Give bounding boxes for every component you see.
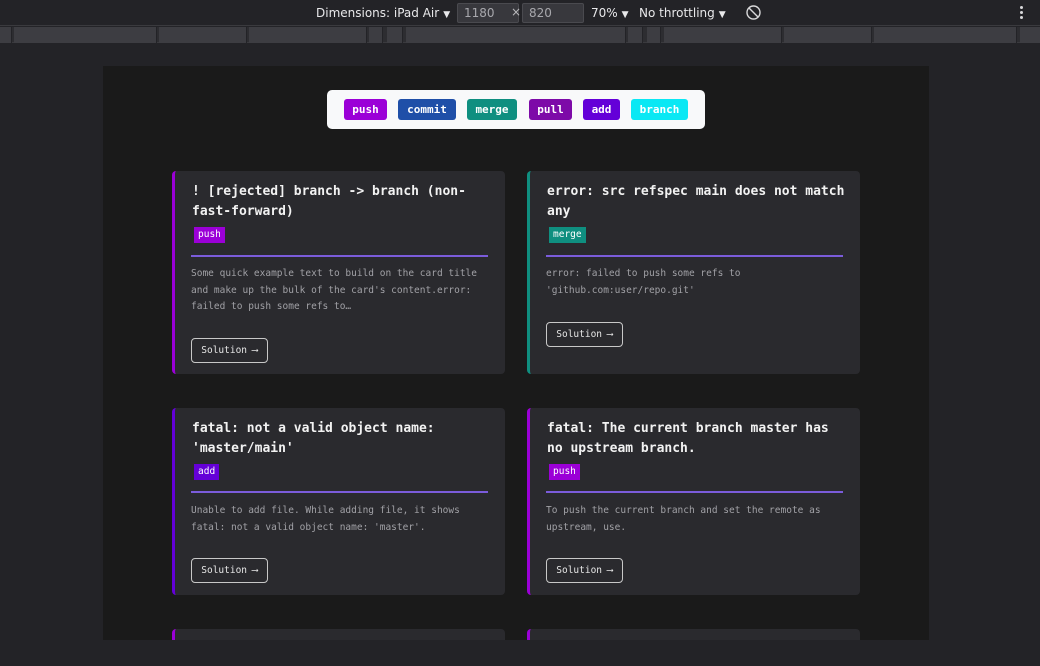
devtools-toolbar: Dimensions: iPad Air ▼ 1180 × 820 70% ▼ No… <box>0 0 1040 26</box>
ruler-segment[interactable] <box>0 27 12 43</box>
card-tag-badge: push <box>194 227 225 243</box>
card-title: ! [rejected] branch -> branch (non-fast-… <box>192 184 466 219</box>
error-card: fatal: not a valid object name: 'master/… <box>172 408 505 595</box>
card-title: fatal: not a valid object name: 'master/… <box>192 421 435 456</box>
filter-tag-commit[interactable]: commit <box>398 99 456 120</box>
error-card-partial <box>172 629 505 640</box>
ruler-segment[interactable] <box>14 27 157 43</box>
card-divider <box>546 255 843 257</box>
arrow-right-icon: ⟶ <box>607 565 613 576</box>
arrow-right-icon: ⟶ <box>252 345 258 356</box>
card-divider <box>191 491 488 493</box>
media-query-ruler <box>0 27 1040 43</box>
card-divider <box>546 491 843 493</box>
card-description: To push the current branch and set the r… <box>546 505 821 533</box>
height-input[interactable]: 820 <box>522 3 584 23</box>
error-card-partial <box>527 629 860 640</box>
chevron-down-icon: ▼ <box>718 10 726 20</box>
filter-tag-branch[interactable]: branch <box>631 99 688 120</box>
filter-tag-push[interactable]: push <box>344 99 387 120</box>
card-title: error: src refspec main does not match a… <box>547 184 845 219</box>
card-tag-badge: merge <box>549 227 586 243</box>
card-description: error: failed to push some refs to 'gith… <box>546 268 741 296</box>
ruler-segment[interactable] <box>369 27 383 43</box>
solution-button[interactable]: Solution ⟶ <box>546 558 623 583</box>
card-title: fatal: The current branch master has no … <box>547 421 829 456</box>
filter-tag-add[interactable]: add <box>583 99 620 120</box>
solution-button-label: Solution <box>556 329 603 340</box>
filter-tag-merge[interactable]: merge <box>467 99 517 120</box>
card-tag-badge: add <box>194 464 220 480</box>
solution-button-label: Solution <box>201 345 248 356</box>
ruler-segment[interactable] <box>628 27 643 43</box>
device-selector[interactable]: Dimensions: iPad Air ▼ <box>316 5 450 21</box>
solution-button[interactable]: Solution ⟶ <box>191 558 268 583</box>
width-input[interactable]: 1180 <box>457 3 519 23</box>
ruler-segment[interactable] <box>874 27 1017 43</box>
error-card: fatal: The current branch master has no … <box>527 408 860 595</box>
times-sign: × <box>511 5 522 19</box>
more-options-icon[interactable] <box>1017 4 1025 22</box>
arrow-right-icon: ⟶ <box>252 565 258 576</box>
zoom-selector[interactable]: 70% ▼ <box>591 5 629 21</box>
solution-button[interactable]: Solution ⟶ <box>191 338 268 363</box>
page-viewport: push commit merge pull add branch ! [rej… <box>103 66 929 640</box>
card-description: Some quick example text to build on the … <box>191 268 477 312</box>
throttling-selector[interactable]: No throttling ▼ <box>639 5 726 21</box>
ruler-segment[interactable] <box>1020 27 1040 43</box>
tag-filter-bar: push commit merge pull add branch <box>327 90 705 129</box>
solution-button-label: Solution <box>556 565 603 576</box>
ruler-segment[interactable] <box>159 27 247 43</box>
device-label: Dimensions: iPad Air <box>316 6 440 20</box>
solution-button-label: Solution <box>201 565 248 576</box>
ruler-segment[interactable] <box>249 27 367 43</box>
ruler-segment[interactable] <box>664 27 782 43</box>
throttling-label: No throttling <box>639 6 715 20</box>
ruler-segment[interactable] <box>387 27 403 43</box>
error-card: ! [rejected] branch -> branch (non-fast-… <box>172 171 505 374</box>
card-description: Unable to add file. While adding file, i… <box>191 505 460 533</box>
error-card: error: src refspec main does not match a… <box>527 171 860 374</box>
ruler-segment[interactable] <box>784 27 872 43</box>
solution-button[interactable]: Solution ⟶ <box>546 322 623 347</box>
chevron-down-icon: ▼ <box>443 10 451 20</box>
zoom-label: 70% <box>591 6 618 20</box>
card-tag-badge: push <box>549 464 580 480</box>
filter-tag-pull[interactable]: pull <box>529 99 572 120</box>
rotate-icon[interactable] <box>745 4 762 21</box>
chevron-down-icon: ▼ <box>621 10 629 20</box>
ruler-segment[interactable] <box>647 27 661 43</box>
arrow-right-icon: ⟶ <box>607 329 613 340</box>
card-divider <box>191 255 488 257</box>
ruler-segment[interactable] <box>406 27 626 43</box>
